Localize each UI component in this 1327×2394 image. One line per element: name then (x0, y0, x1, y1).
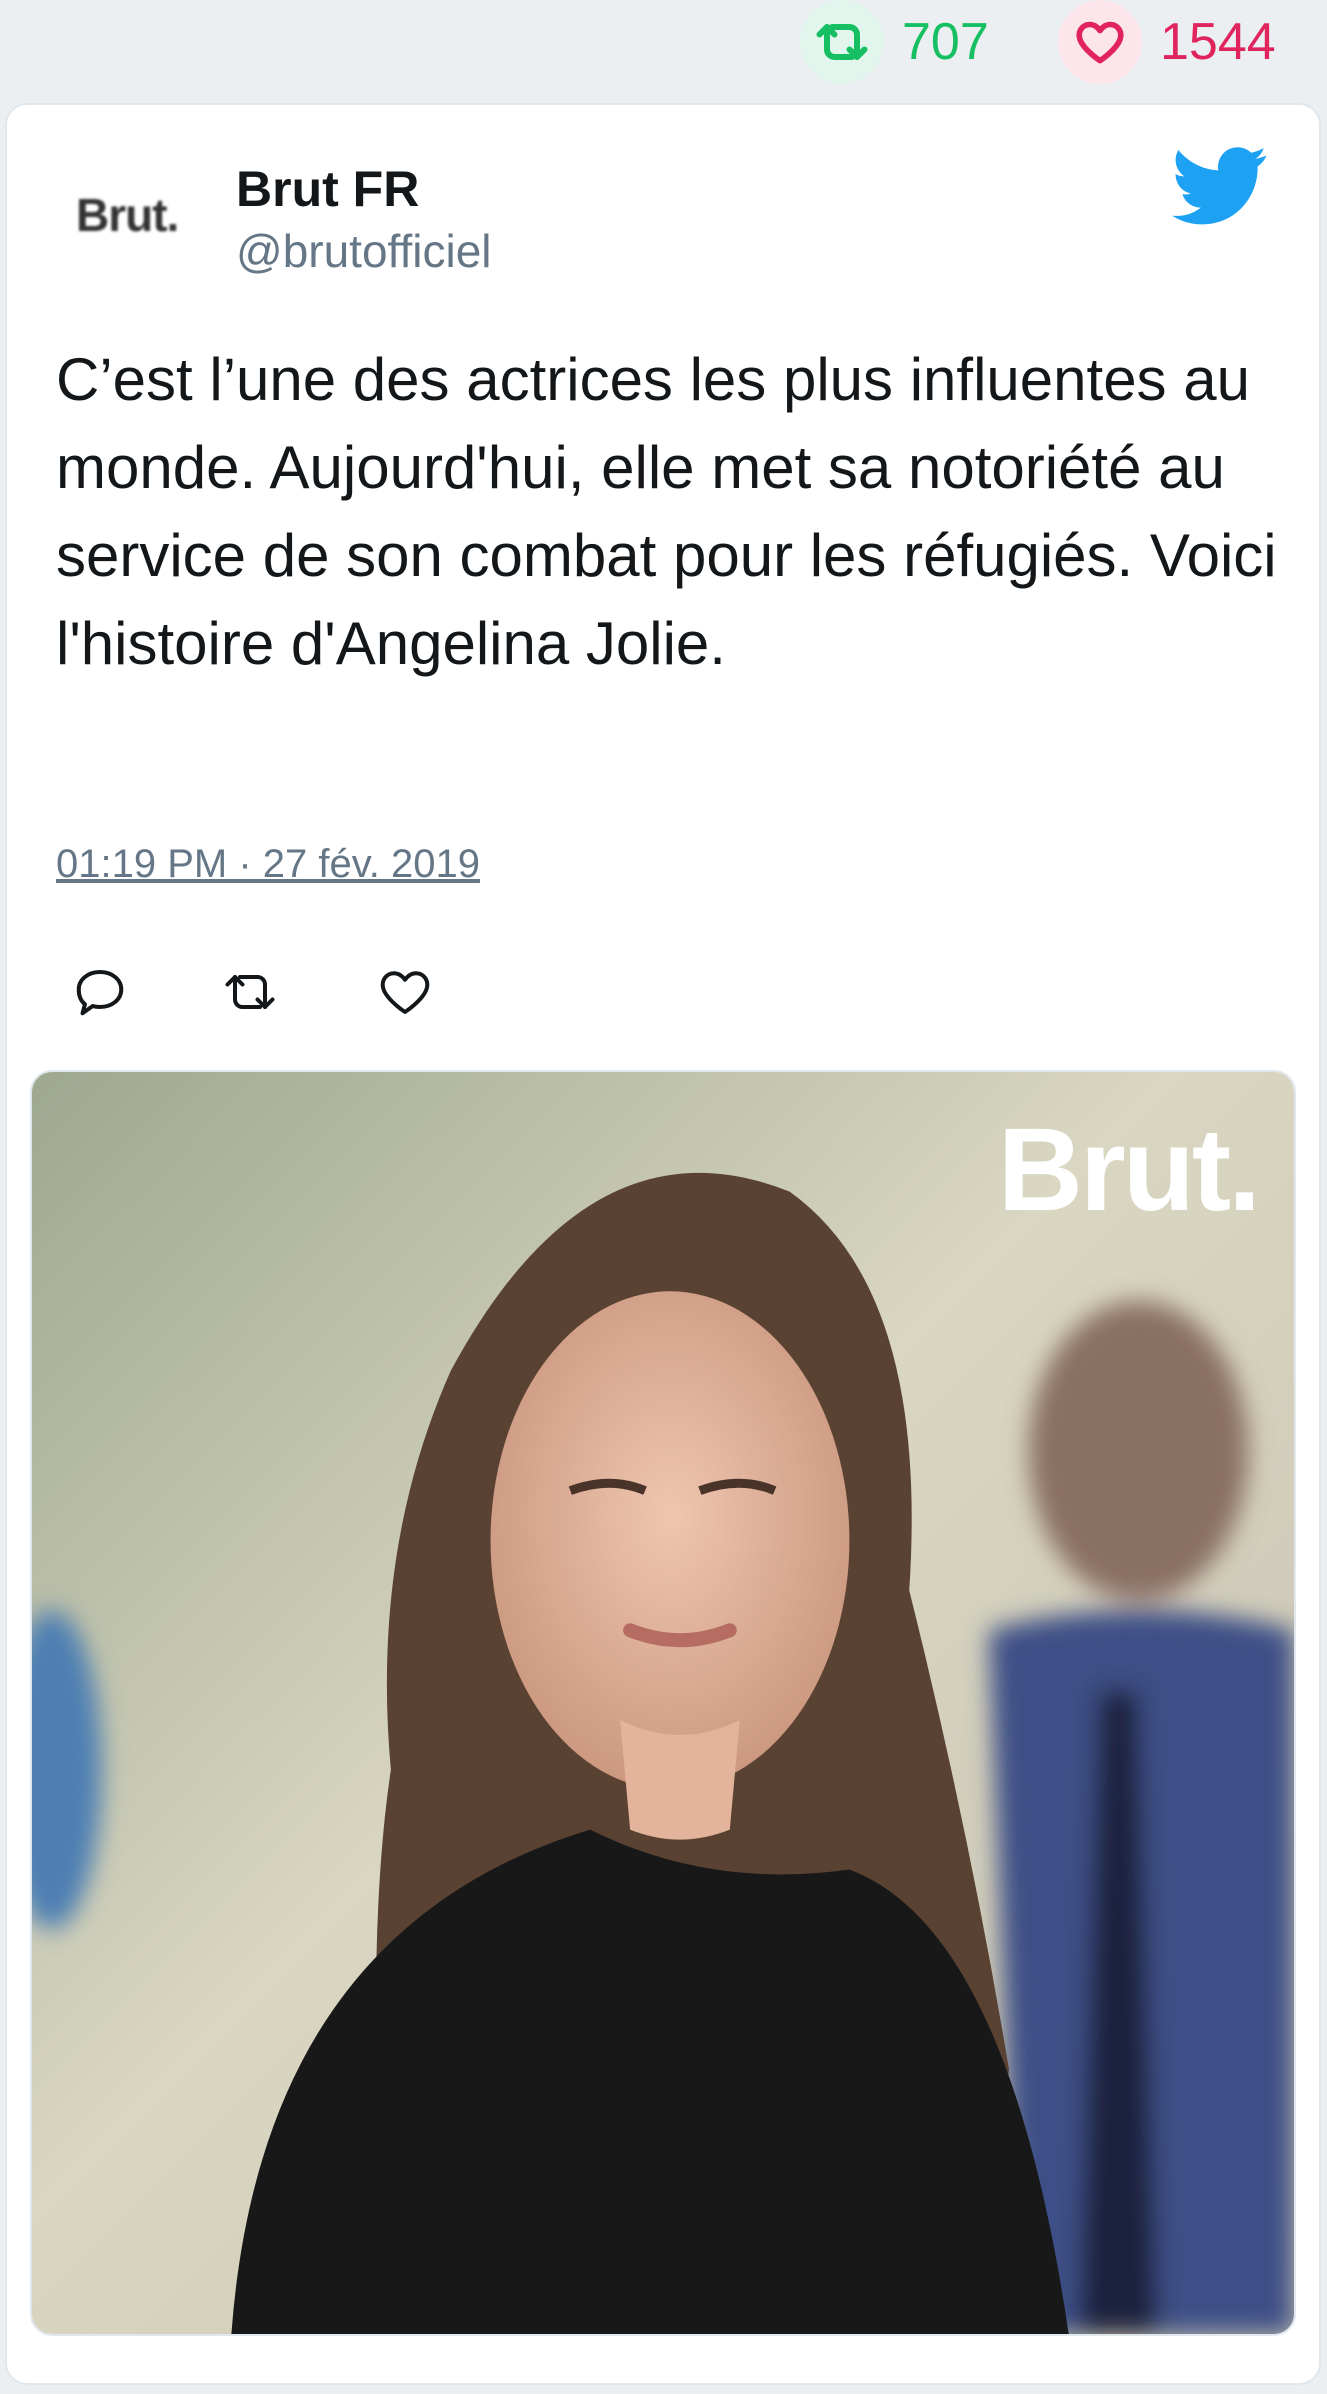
heart-icon[interactable] (1058, 0, 1142, 84)
author-handle[interactable]: @brutofficiel (236, 224, 492, 278)
reply-icon[interactable] (70, 962, 130, 1022)
retweet-icon[interactable] (220, 962, 280, 1022)
retweet-icon[interactable] (800, 0, 884, 84)
heart-icon[interactable] (375, 962, 435, 1022)
tweet-timestamp[interactable]: 01:19 PM · 27 fév. 2019 (56, 842, 480, 887)
tweet-text: C’est l’une des actrices les plus influe… (56, 346, 1277, 677)
tweet-media[interactable]: Brut. (30, 1070, 1296, 2336)
avatar[interactable]: Brut. (76, 188, 179, 242)
like-count: 1544 (1160, 13, 1276, 71)
photo-angelina-jolie (32, 1072, 1294, 2334)
retweet-count: 707 (902, 13, 989, 71)
tweet-stats-bar: 707 1544 (0, 0, 1327, 100)
twitter-bird-icon[interactable] (1172, 146, 1268, 226)
like-stat[interactable]: 1544 (1058, 0, 1276, 84)
author-display-name[interactable]: Brut FR (236, 160, 419, 218)
retweet-stat[interactable]: 707 (800, 0, 989, 84)
brut-watermark: Brut. (997, 1104, 1261, 1236)
